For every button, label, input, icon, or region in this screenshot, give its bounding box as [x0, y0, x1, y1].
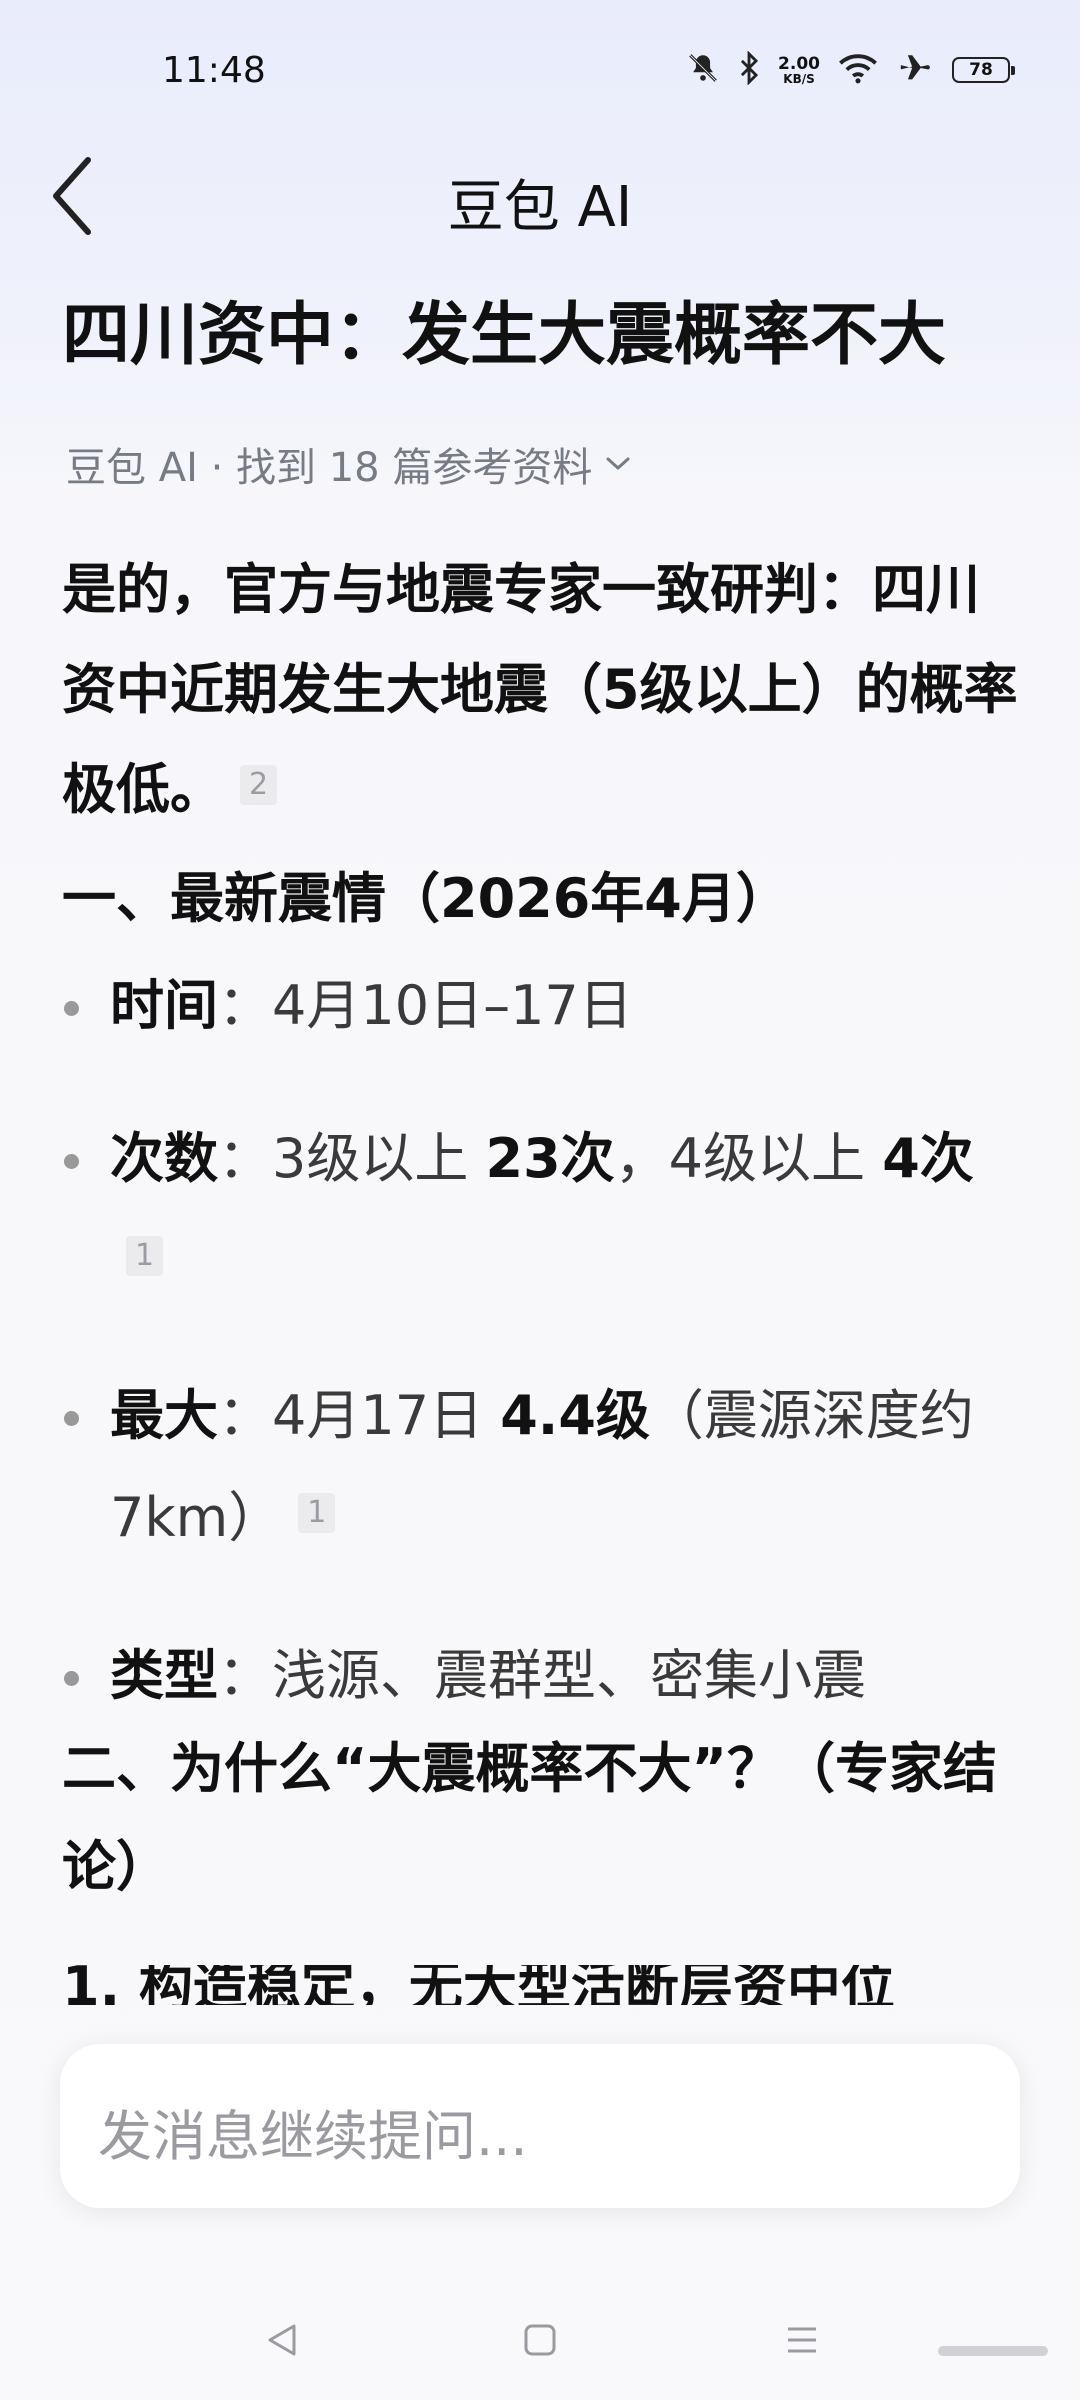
- top-nav-bar: 豆包 AI: [0, 140, 1080, 250]
- system-back-button[interactable]: [252, 2310, 312, 2370]
- item-sep: ：: [218, 974, 272, 1037]
- airplane-icon: [896, 51, 934, 89]
- list-item-type: 类型：浅源、震群型、密集小震: [62, 1625, 1022, 1727]
- home-indicator: [938, 2346, 1048, 2356]
- reference-badge[interactable]: 2: [240, 765, 278, 805]
- list-item-time: 时间：4月10日–17日: [62, 955, 1022, 1057]
- network-speed: 2.00 KB/S: [778, 53, 820, 86]
- item-label: 类型: [110, 1644, 218, 1707]
- status-time: 11:48: [162, 50, 266, 91]
- menu-lines-icon: [788, 2327, 816, 2353]
- message-input[interactable]: 发消息继续提问...: [60, 2044, 1020, 2208]
- system-menu-button[interactable]: [772, 2310, 832, 2370]
- home-square-icon: [524, 2324, 556, 2356]
- nav-title: 豆包 AI: [447, 175, 633, 240]
- chevron-down-icon: [606, 457, 630, 470]
- item-text: 4月10日–17日: [272, 974, 633, 1037]
- section-heading-1: 一、最新震情（2026年4月）: [62, 867, 790, 930]
- item-label: 最大: [110, 1384, 218, 1447]
- item-text: 浅源、震群型、密集小震: [272, 1644, 866, 1707]
- reference-badge[interactable]: 1: [126, 1236, 164, 1276]
- article-title: 四川资中：发生大震概率不大: [62, 296, 947, 375]
- back-triangle-icon: [268, 2324, 296, 2356]
- status-icons: 2.00 KB/S 78: [686, 50, 1015, 90]
- item-emphasis: 23次: [485, 1127, 615, 1190]
- net-speed-value: 2.00: [778, 53, 820, 74]
- source-text: 豆包 AI · 找到 18 篇参考资料: [66, 445, 593, 491]
- net-speed-unit: KB/S: [783, 71, 815, 86]
- partially-visible-line: 1. 构造稳定，无大型活断层资中位: [62, 1965, 1022, 2005]
- system-home-button[interactable]: [510, 2310, 570, 2370]
- item-label: 次数: [110, 1127, 218, 1190]
- item-text: 4月17日: [272, 1384, 501, 1447]
- source-references-toggle[interactable]: 豆包 AI · 找到 18 篇参考资料: [66, 435, 632, 493]
- answer-paragraph: 是的，官方与地震专家一致研判：四川资中近期发生大地震（5级以上）的概率极低。 2: [62, 540, 1022, 840]
- input-placeholder: 发消息继续提问...: [98, 2105, 528, 2168]
- item-sep: ：: [218, 1127, 272, 1190]
- answer-text: 是的，官方与地震专家一致研判：四川资中近期发生大地震（5级以上）的概率极低。: [62, 558, 1018, 821]
- item-sep: ：: [218, 1644, 272, 1707]
- wifi-icon: [838, 52, 878, 88]
- bluetooth-icon: [738, 50, 760, 89]
- item-emphasis: 4次: [882, 1127, 974, 1190]
- item-emphasis: 4.4级: [500, 1384, 650, 1447]
- battery-icon: 78: [952, 57, 1015, 83]
- item-text: ，4级以上: [614, 1127, 883, 1190]
- item-label: 时间: [110, 974, 218, 1037]
- system-navigation-bar: [0, 2290, 1080, 2380]
- status-bar: 11:48 2.00 KB/S 78: [0, 0, 1080, 140]
- section-heading-2: 二、为什么“大震概率不大”？（专家结论）: [62, 1737, 997, 1898]
- cut-line-text: 1. 构造稳定，无大型活断层资中位: [62, 1965, 895, 2005]
- item-sep: ：: [218, 1384, 272, 1447]
- list-item-count: 次数：3级以上 23次，4级以上 4次 1: [62, 1108, 1022, 1312]
- mute-icon: [686, 51, 720, 89]
- list-item-max: 最大：4月17日 4.4级（震源深度约7km） 1: [62, 1365, 1022, 1569]
- reference-badge[interactable]: 1: [298, 1493, 336, 1533]
- item-text: 3级以上: [272, 1127, 486, 1190]
